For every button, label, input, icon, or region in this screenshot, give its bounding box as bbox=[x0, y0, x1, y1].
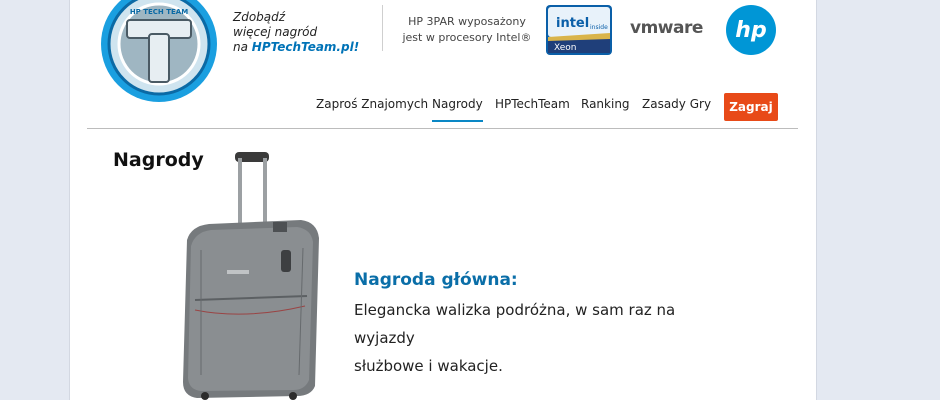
promo-line3-prefix: na bbox=[233, 40, 252, 54]
nav-item-ranking[interactable]: Ranking bbox=[581, 97, 630, 111]
promo-line2: więcej nagród bbox=[233, 25, 318, 39]
nav-item-zasady-gry[interactable]: Zasady Gry bbox=[642, 97, 711, 111]
play-button[interactable]: Zagraj bbox=[724, 93, 778, 121]
promo-link[interactable]: HPTechTeam.pl! bbox=[252, 40, 359, 54]
prize-description-line1: Elegancka walizka podróżna, w sam raz na… bbox=[354, 301, 676, 347]
suitcase-image bbox=[183, 152, 319, 400]
hp-logo-icon: hp bbox=[726, 5, 776, 55]
logo-text: HP TECH TEAM bbox=[130, 8, 188, 16]
nav-item-zapros-znajomych[interactable]: Zaproś Znajomych bbox=[316, 97, 428, 111]
nav-item-hptechteam[interactable]: HPTechTeam bbox=[495, 97, 570, 111]
header-divider bbox=[382, 5, 383, 51]
hp3par-line2: jest w procesory Intel® bbox=[402, 31, 532, 44]
vmware-logo: vmware bbox=[630, 18, 703, 38]
intel-xeon-logo-icon: intel inside Xeon bbox=[546, 5, 612, 55]
prize-description-line2: służbowe i wakacje. bbox=[354, 357, 503, 375]
prize-description: Elegancka walizka podróżna, w sam raz na… bbox=[354, 296, 734, 380]
prize-heading: Nagroda główna: bbox=[354, 270, 518, 290]
hp3par-line1: HP 3PAR wyposażony bbox=[408, 15, 526, 28]
hp3par-info: HP 3PAR wyposażony jest w procesory Inte… bbox=[402, 14, 532, 46]
page-container: HP TECH TEAM Zdobądź więcej nagród na HP… bbox=[69, 0, 817, 400]
intel-text: intel bbox=[556, 16, 589, 31]
hp-tech-team-logo-icon[interactable]: HP TECH TEAM bbox=[101, 0, 217, 110]
nav-divider bbox=[87, 128, 798, 129]
promo-text: Zdobądź więcej nagród na HPTechTeam.pl! bbox=[233, 10, 359, 55]
promo-line1: Zdobądź bbox=[233, 10, 286, 24]
hp-logo-text: hp bbox=[735, 18, 766, 43]
intel-inside-text: inside bbox=[590, 24, 608, 31]
nav-item-nagrody[interactable]: Nagrody bbox=[432, 97, 483, 122]
xeon-text: Xeon bbox=[554, 43, 577, 53]
